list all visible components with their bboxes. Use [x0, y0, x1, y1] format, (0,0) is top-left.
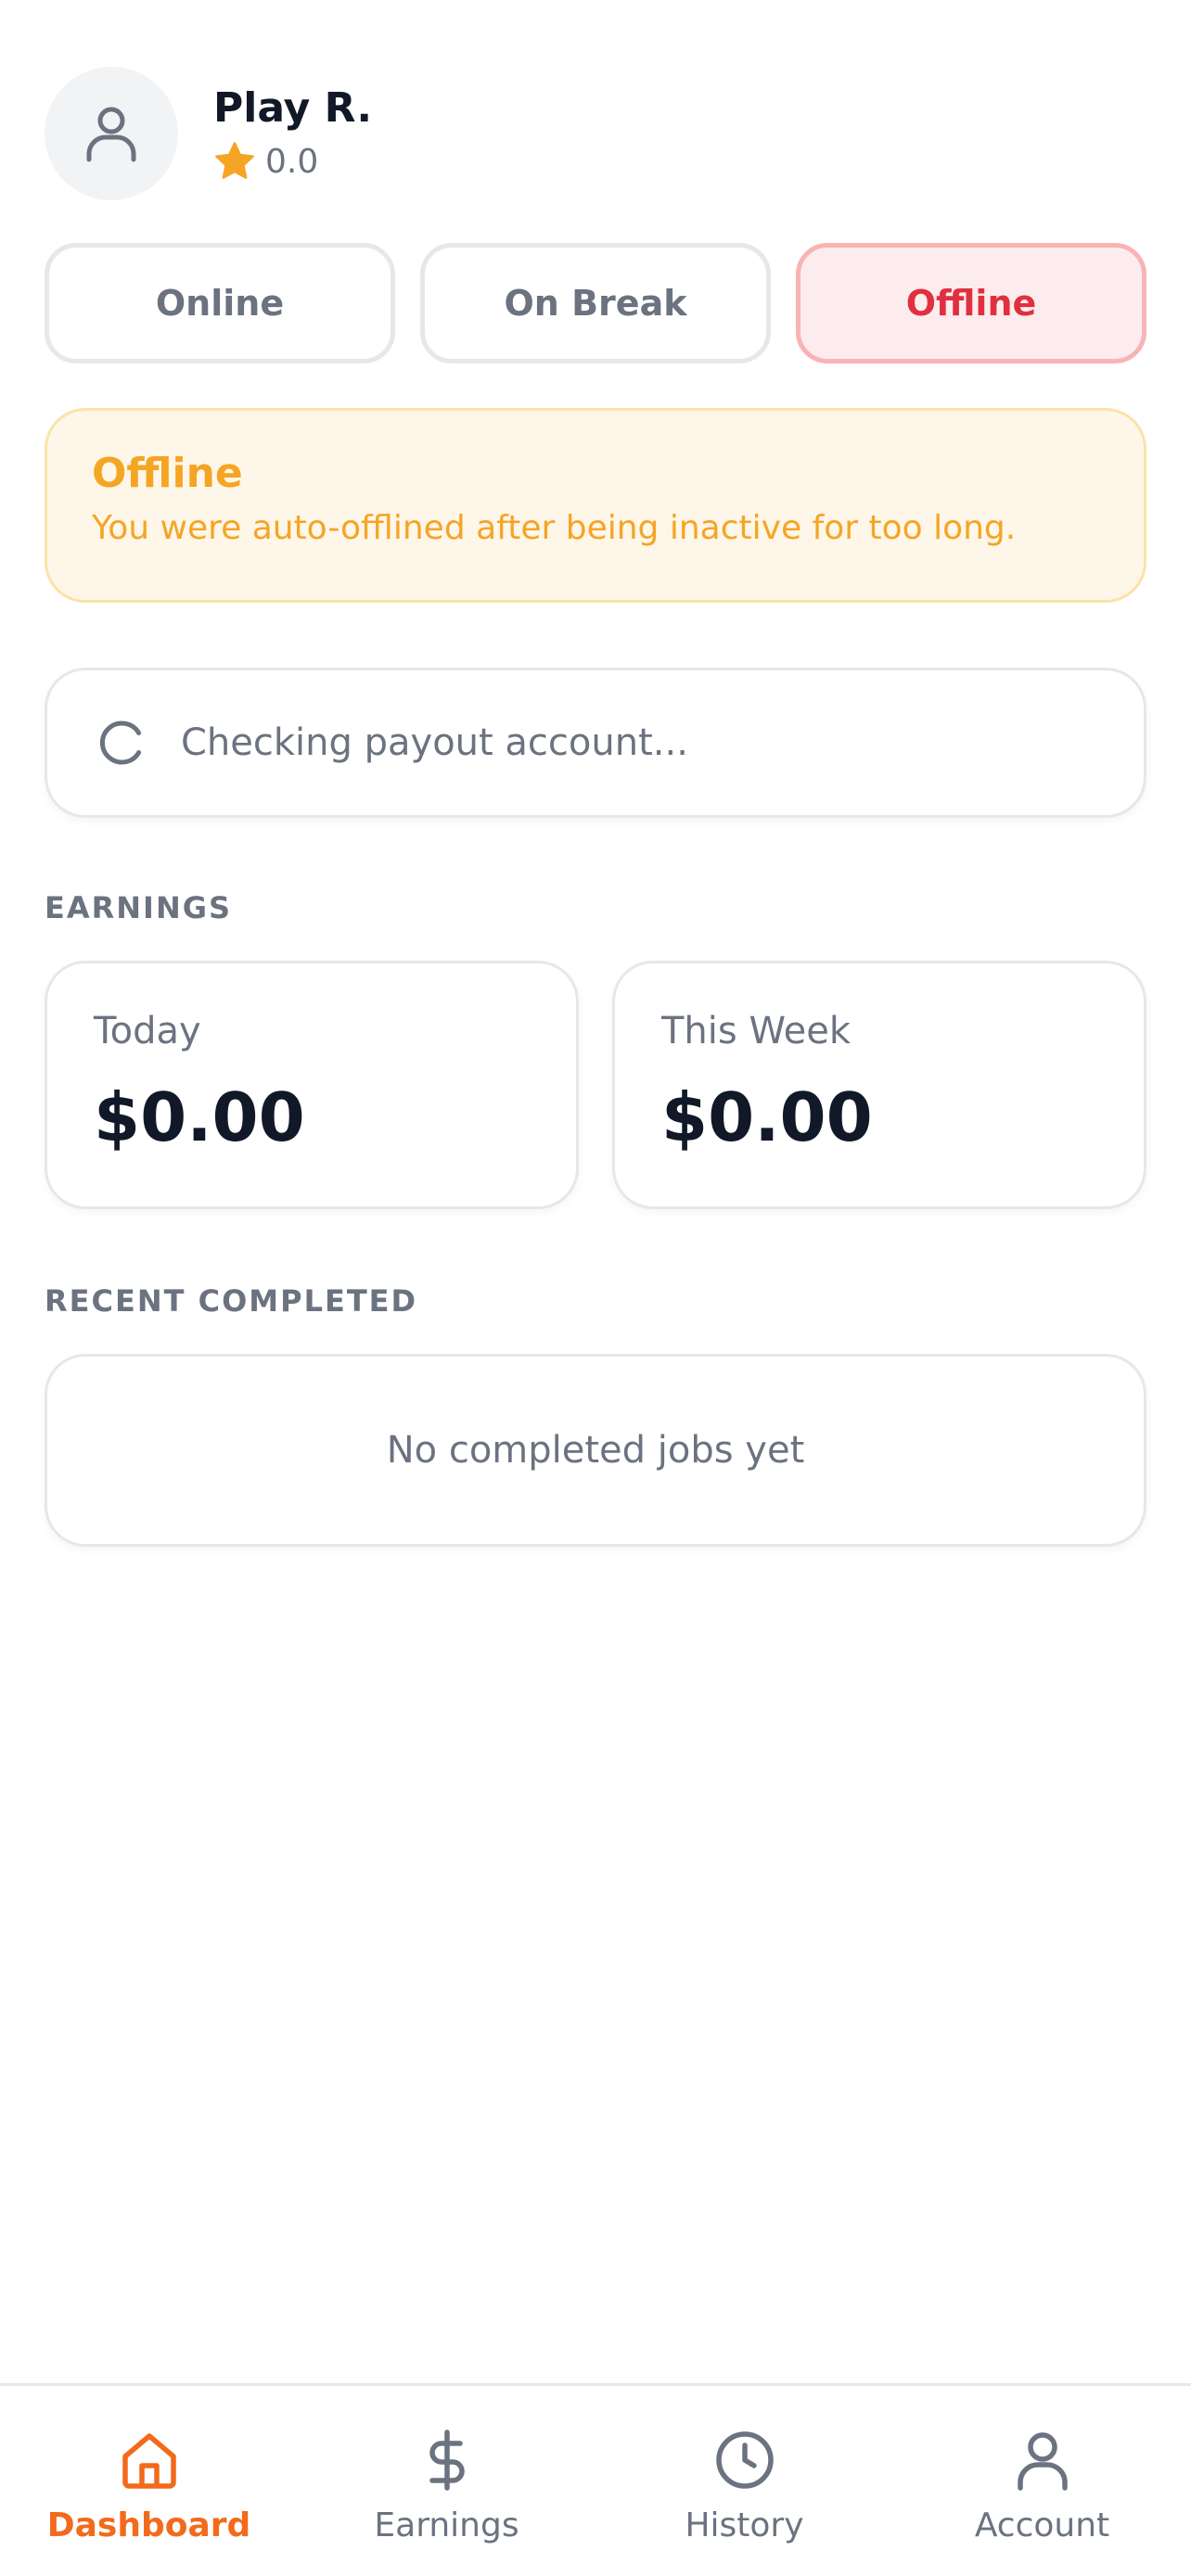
nav-item-earnings[interactable]: Earnings — [298, 2386, 596, 2576]
status-selector: Online On Break Offline — [45, 243, 1146, 363]
rating: 0.0 — [213, 141, 372, 182]
earnings-week-card[interactable]: This Week $0.00 — [612, 961, 1146, 1209]
recent-section-label: RECENT COMPLETED — [45, 1283, 418, 1319]
spinner-icon — [99, 721, 142, 765]
nav-label-earnings: Earnings — [374, 2506, 519, 2544]
payout-status-card: Checking payout account... — [45, 668, 1146, 818]
nav-label-account: Account — [974, 2506, 1110, 2544]
earnings-week-value: $0.00 — [661, 1078, 873, 1156]
home-icon — [122, 2433, 176, 2489]
nav-item-dashboard[interactable]: Dashboard — [0, 2386, 298, 2576]
empty-state-text: No completed jobs yet — [386, 1429, 805, 1472]
recent-completed-list: No completed jobs yet — [45, 1354, 1146, 1547]
driver-name: Play R. — [213, 83, 373, 132]
dollar-icon — [429, 2429, 465, 2491]
earnings-today-card[interactable]: Today $0.00 — [45, 961, 579, 1209]
profile-info: Play R. 0.0 — [213, 83, 373, 183]
offline-notice: Offline You were auto-offlined after bei… — [45, 408, 1146, 603]
payout-status-text: Checking payout account... — [181, 721, 688, 764]
notice-title: Offline — [92, 450, 243, 497]
nav-label-history: History — [685, 2506, 804, 2544]
status-online-button[interactable]: Online — [45, 243, 395, 363]
nav-item-history[interactable]: History — [596, 2386, 893, 2576]
earnings-summary: Today $0.00 This Week $0.00 — [45, 961, 1146, 1209]
notice-message: You were auto-offlined after being inact… — [92, 509, 1017, 548]
star-icon — [215, 142, 254, 180]
user-icon — [86, 107, 136, 162]
earnings-section-label: EARNINGS — [45, 890, 233, 925]
earnings-today-value: $0.00 — [94, 1078, 305, 1156]
earnings-today-label: Today — [94, 1010, 201, 1052]
nav-item-account[interactable]: Account — [893, 2386, 1191, 2576]
status-on-break-button[interactable]: On Break — [420, 243, 771, 363]
driver-dashboard: Play R. 0.0 Online On Break Offline Offl… — [0, 0, 1191, 2576]
profile-header: Play R. 0.0 — [45, 67, 372, 200]
bottom-nav: Dashboard Earnings History Account — [0, 2383, 1191, 2576]
avatar[interactable] — [45, 67, 178, 200]
user-icon — [1017, 2432, 1068, 2491]
clock-icon — [715, 2431, 774, 2489]
status-offline-button[interactable]: Offline — [796, 243, 1146, 363]
rating-value: 0.0 — [265, 142, 319, 181]
nav-label-dashboard: Dashboard — [46, 2506, 251, 2544]
earnings-week-label: This Week — [661, 1010, 852, 1052]
